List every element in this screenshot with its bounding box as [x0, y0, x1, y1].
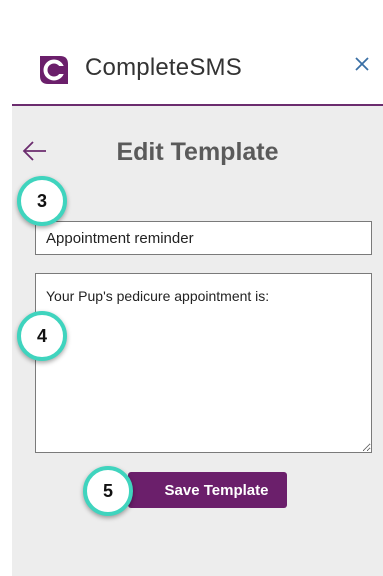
close-icon[interactable] — [351, 53, 373, 75]
page-title: Edit Template — [116, 138, 279, 166]
brand-name: CompleteSMS — [85, 54, 242, 81]
step-marker-5: 5 — [83, 466, 133, 516]
completesms-logo-icon — [40, 56, 68, 84]
save-template-button[interactable]: Save Template — [128, 472, 287, 508]
app-panel: CompleteSMS Edit Template Your Pup's ped… — [12, 0, 383, 576]
template-name-input[interactable] — [35, 221, 372, 255]
header: CompleteSMS — [12, 0, 383, 106]
step-marker-4: 4 — [17, 311, 67, 361]
template-body-textarea[interactable]: Your Pup's pedicure appointment is: — [35, 273, 372, 453]
step-marker-3: 3 — [17, 176, 67, 226]
